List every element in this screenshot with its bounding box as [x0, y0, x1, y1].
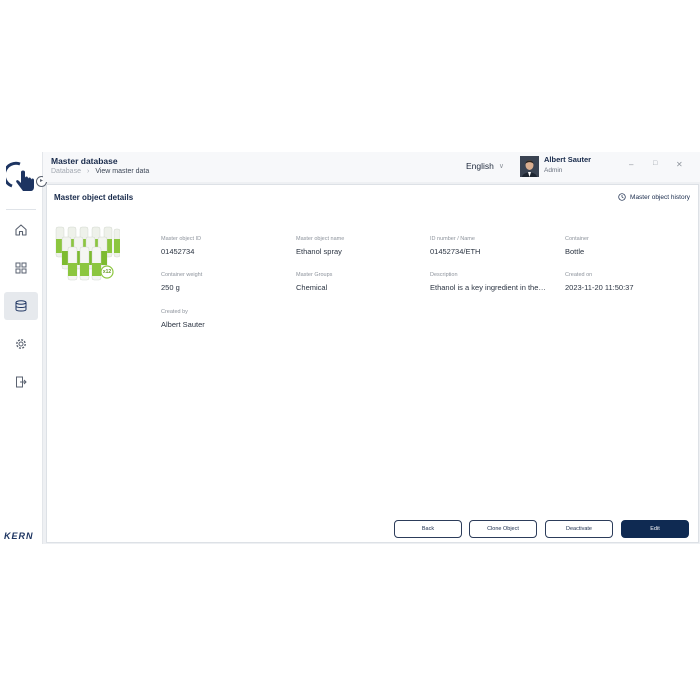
- logout-icon: [16, 376, 27, 388]
- close-icon[interactable]: ✕: [676, 160, 683, 169]
- chevron-right-icon: ›: [86, 168, 90, 175]
- field-id-number-name: ID number / Name 01452734/ETH: [430, 236, 555, 256]
- breadcrumb: Database › View master data: [51, 168, 149, 175]
- settings-gear-icon: [16, 339, 26, 349]
- history-label: Master object history: [630, 193, 690, 201]
- sidebar: ▸ KERN: [0, 152, 47, 544]
- user-name: Albert Sauter: [544, 155, 592, 164]
- breadcrumb-current: View master data: [95, 168, 150, 175]
- breadcrumb-database[interactable]: Database: [51, 168, 81, 175]
- database-icon: [15, 300, 27, 312]
- field-label: Container: [565, 236, 589, 242]
- field-value: 2023-11-20 11:50:37: [565, 283, 634, 292]
- language-label: English: [466, 161, 494, 171]
- avatar-photo: [520, 156, 539, 177]
- field-label: Created by: [161, 309, 188, 315]
- field-value: Ethanol spray: [296, 247, 342, 256]
- field-value: Albert Sauter: [161, 320, 205, 329]
- field-value: Chemical: [296, 283, 328, 292]
- field-label: Master object name: [296, 236, 345, 242]
- field-label: Container weight: [161, 272, 203, 278]
- sidebar-item-database[interactable]: [4, 292, 38, 320]
- master-object-details-card: Master object details Master object hist…: [46, 184, 699, 543]
- page-title: Master database: [51, 156, 118, 166]
- app-window: ▸ KERN Master database Database › View m…: [0, 152, 700, 544]
- user-role: Admin: [544, 167, 563, 174]
- minimize-icon[interactable]: –: [629, 160, 633, 169]
- apps-grid-icon: [15, 262, 27, 274]
- field-value: 01452734/ETH: [430, 247, 481, 256]
- sidebar-item-home[interactable]: [4, 216, 38, 244]
- field-label: Master object ID: [161, 236, 202, 242]
- field-label: ID number / Name: [430, 236, 475, 242]
- field-container: Container Bottle: [565, 236, 690, 256]
- back-button[interactable]: Back: [394, 520, 462, 538]
- field-created-by: Created by Albert Sauter: [161, 309, 286, 329]
- sidebar-divider: [6, 209, 36, 210]
- maximize-icon[interactable]: □: [653, 160, 657, 167]
- card-title: Master object details: [54, 193, 134, 202]
- user-avatar[interactable]: [520, 156, 539, 177]
- history-clock-icon: [618, 193, 626, 201]
- product-quantity-badge: x12: [102, 269, 112, 275]
- sidebar-item-logout[interactable]: [4, 368, 38, 396]
- field-label: Master Groups: [296, 272, 333, 278]
- kern-brand-logo: KERN: [4, 531, 34, 541]
- field-master-object-name: Master object name Ethanol spray: [296, 236, 421, 256]
- chevron-down-icon: ∨: [498, 163, 505, 170]
- language-selector[interactable]: English ∨: [466, 161, 504, 171]
- field-master-groups: Master Groups Chemical: [296, 272, 421, 292]
- deactivate-button[interactable]: Deactivate: [545, 520, 613, 538]
- field-value: Bottle: [565, 247, 585, 256]
- edit-button[interactable]: Edit: [621, 520, 689, 538]
- field-description: Description Ethanol is a key ingredient …: [430, 272, 550, 292]
- master-object-history-link[interactable]: Master object history: [618, 193, 690, 201]
- sidebar-item-settings[interactable]: [4, 330, 38, 358]
- field-label: Description: [430, 272, 458, 278]
- field-value: Ethanol is a key ingredient in the…: [430, 283, 546, 292]
- sidebar-item-apps[interactable]: [4, 254, 38, 282]
- field-value: 01452734: [161, 247, 195, 256]
- home-icon: [15, 224, 27, 236]
- field-label: Created on: [565, 272, 593, 278]
- field-created-on: Created on 2023-11-20 11:50:37: [565, 272, 690, 292]
- touch-logo-icon: [6, 161, 34, 191]
- top-header: Master database Database › View master d…: [43, 152, 700, 182]
- clone-object-button[interactable]: Clone Object: [469, 520, 537, 538]
- field-value: 250 g: [161, 283, 180, 292]
- field-master-object-id: Master object ID 01452734: [161, 236, 286, 256]
- field-container-weight: Container weight 250 g: [161, 272, 286, 292]
